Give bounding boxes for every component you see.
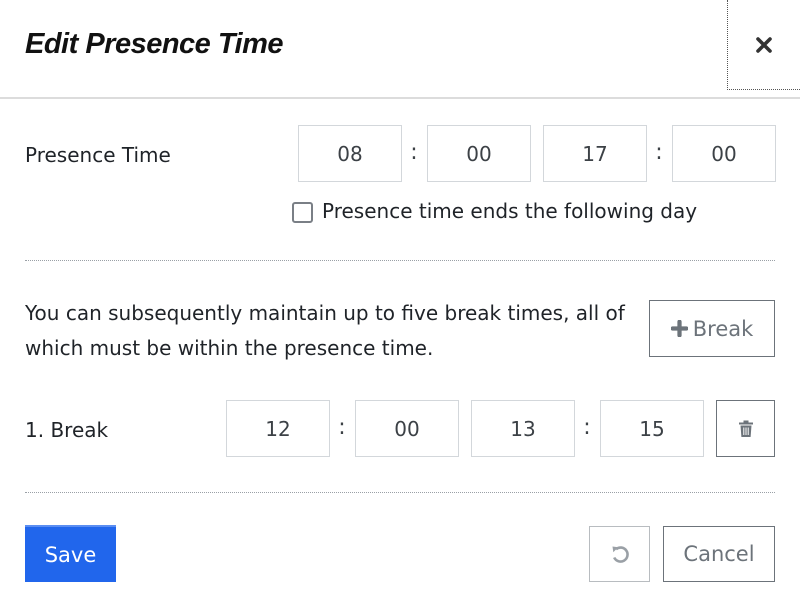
break-label: 1. Break	[25, 418, 109, 442]
save-button[interactable]: Save	[25, 525, 116, 582]
break-end-minute-input[interactable]	[600, 400, 704, 457]
add-break-button[interactable]: Break	[649, 300, 775, 357]
presence-end-minute-input[interactable]	[672, 125, 776, 182]
divider	[25, 260, 775, 261]
time-separator: :	[583, 415, 591, 440]
time-separator: :	[655, 140, 663, 165]
break-start-minute-input[interactable]	[355, 400, 459, 457]
time-separator: :	[338, 415, 346, 440]
close-icon	[756, 36, 772, 53]
presence-time-label: Presence Time	[25, 143, 171, 167]
presence-start-minute-input[interactable]	[427, 125, 531, 182]
following-day-label[interactable]: Presence time ends the following day	[322, 199, 697, 223]
delete-break-button[interactable]	[716, 400, 775, 457]
breaks-info-text: You can subsequently maintain up to five…	[25, 301, 625, 360]
cancel-button[interactable]: Cancel	[663, 526, 775, 582]
divider	[25, 492, 775, 493]
break-start-hour-input[interactable]	[226, 400, 330, 457]
time-separator: :	[410, 140, 418, 165]
presence-end-hour-input[interactable]	[543, 125, 647, 182]
trash-icon	[738, 420, 753, 437]
reset-button[interactable]	[589, 526, 650, 582]
break-end-hour-input[interactable]	[471, 400, 575, 457]
presence-start-hour-input[interactable]	[298, 125, 402, 182]
close-button[interactable]	[727, 0, 800, 90]
plus-icon	[670, 320, 688, 337]
add-break-label: Break	[692, 316, 754, 341]
undo-icon	[612, 546, 629, 563]
following-day-checkbox[interactable]	[292, 202, 313, 223]
dialog-title: Edit Presence Time	[25, 28, 284, 60]
